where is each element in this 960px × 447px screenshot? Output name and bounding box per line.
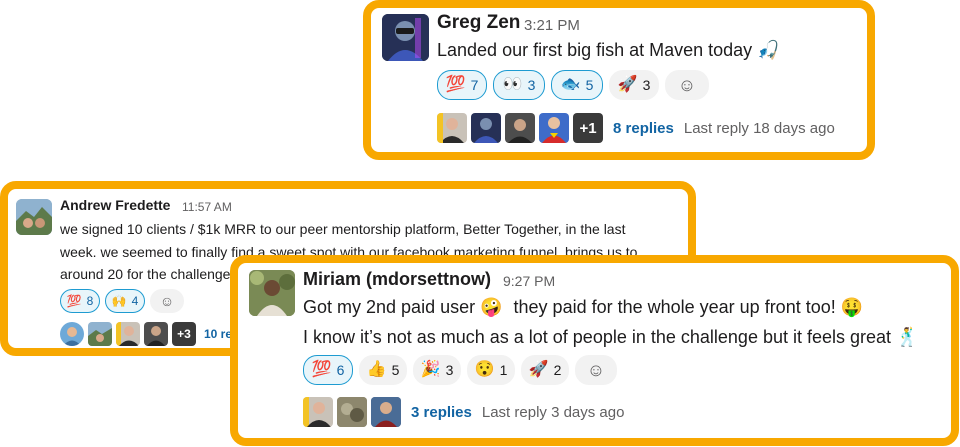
reaction-bar: 💯 8 🙌 4 ☺ <box>60 289 184 313</box>
participant-avatar <box>505 113 535 143</box>
more-participants-count: +1 <box>579 119 597 137</box>
participant-avatar-more: +3 <box>172 322 196 346</box>
raised-hands-icon: 🙌 <box>111 294 127 308</box>
reaction-count: 3 <box>527 77 536 93</box>
message-part-a: Got my 2nd paid user 🤪 <box>303 297 503 317</box>
participant-avatar <box>88 322 112 346</box>
avatar[interactable] <box>249 270 295 316</box>
sender-name[interactable]: Miriam (mdorsettnow) <box>303 269 491 290</box>
reaction-bar: 💯 7 👀 3 🐟 5 🚀 3 ☺ <box>437 70 709 100</box>
avatar-image <box>16 199 52 235</box>
timestamp[interactable]: 11:57 AM <box>182 200 232 214</box>
reaction-count: 1 <box>499 362 508 378</box>
reaction-count: 3 <box>445 362 454 378</box>
reaction-count: 4 <box>131 294 139 308</box>
fish-icon: 🐟 <box>560 76 581 93</box>
reaction-rocket[interactable]: 🚀 2 <box>521 355 569 385</box>
thread-summary[interactable]: +3 10 re <box>60 322 232 346</box>
reaction-hundred[interactable]: 💯 8 <box>60 289 100 313</box>
reaction-eyes[interactable]: 👀 3 <box>493 70 545 100</box>
sender-name[interactable]: Andrew Fredette <box>60 197 170 213</box>
message-text-line-1: we signed 10 clients / $1k MRR to our pe… <box>60 221 626 237</box>
replies-link[interactable]: 3 replies <box>411 404 472 421</box>
hundred-icon: 💯 <box>66 294 82 308</box>
reaction-hundred[interactable]: 💯 6 <box>303 355 353 385</box>
thread-summary[interactable]: +1 8 replies Last reply 18 days ago <box>437 113 835 143</box>
reaction-count: 8 <box>86 294 94 308</box>
reaction-bar: 💯 6 👍 5 🎉 3 😯 1 🚀 2 ☺ <box>303 355 617 385</box>
participant-avatar <box>437 113 467 143</box>
thumbs-up-icon: 👍 <box>366 361 387 378</box>
hushed-face-icon: 😯 <box>474 361 495 378</box>
avatar[interactable] <box>382 14 429 61</box>
message-card-miriam: Miriam (mdorsettnow) 9:27 PM Got my 2nd … <box>230 255 959 446</box>
more-participants-count: +3 <box>177 327 191 341</box>
reaction-fish[interactable]: 🐟 5 <box>551 70 603 100</box>
reaction-count: 6 <box>336 362 345 378</box>
sender-name[interactable]: Greg Zen <box>437 12 520 34</box>
reaction-count: 3 <box>642 77 651 93</box>
hundred-icon: 💯 <box>311 361 332 378</box>
reaction-raised-hands[interactable]: 🙌 4 <box>105 289 145 313</box>
reaction-hundred[interactable]: 💯 7 <box>437 70 487 100</box>
reaction-party-popper[interactable]: 🎉 3 <box>413 355 461 385</box>
participant-avatar <box>303 397 333 427</box>
participant-avatar <box>539 113 569 143</box>
participant-avatar <box>144 322 168 346</box>
add-reaction-icon: ☺ <box>677 75 697 95</box>
reaction-count: 7 <box>470 77 479 93</box>
participant-avatar <box>60 322 84 346</box>
thread-summary[interactable]: 3 replies Last reply 3 days ago <box>303 397 624 427</box>
reaction-rocket[interactable]: 🚀 3 <box>609 70 659 100</box>
reaction-hushed[interactable]: 😯 1 <box>467 355 515 385</box>
reaction-thumbs-up[interactable]: 👍 5 <box>359 355 407 385</box>
timestamp[interactable]: 9:27 PM <box>503 273 555 289</box>
add-reaction-icon: ☺ <box>159 293 175 309</box>
replies-link[interactable]: 10 re <box>204 327 232 341</box>
hundred-icon: 💯 <box>445 76 466 93</box>
message-part-b: they paid for the whole year up front to… <box>513 297 864 317</box>
reaction-count: 5 <box>391 362 400 378</box>
add-reaction-button[interactable]: ☺ <box>150 289 184 313</box>
avatar-image <box>249 270 295 316</box>
replies-link[interactable]: 8 replies <box>613 120 674 137</box>
message-text-line-1: Got my 2nd paid user 🤪 they paid for the… <box>303 297 863 318</box>
participant-avatar <box>371 397 401 427</box>
participant-avatar <box>471 113 501 143</box>
rocket-icon: 🚀 <box>528 361 549 378</box>
avatar-image <box>382 14 429 61</box>
add-reaction-button[interactable]: ☺ <box>575 355 617 385</box>
reaction-count: 2 <box>553 362 562 378</box>
party-popper-icon: 🎉 <box>420 361 441 378</box>
message-text: Landed our first big fish at Maven today… <box>437 40 780 60</box>
message-text-line-2: I know it’s not as much as a lot of peop… <box>303 327 919 347</box>
participant-avatar-more: +1 <box>573 113 603 143</box>
eyes-icon: 👀 <box>502 76 523 93</box>
avatar[interactable] <box>16 199 52 235</box>
add-reaction-button[interactable]: ☺ <box>665 70 709 100</box>
timestamp[interactable]: 3:21 PM <box>524 17 580 34</box>
reaction-count: 5 <box>585 77 594 93</box>
rocket-icon: 🚀 <box>617 76 638 93</box>
participant-avatar <box>116 322 140 346</box>
message-text-line-3: around 20 for the challenge <box>60 266 231 282</box>
message-card-greg: Greg Zen 3:21 PM Landed our first big fi… <box>363 0 875 160</box>
participant-avatar <box>337 397 367 427</box>
last-reply-time: Last reply 3 days ago <box>481 403 625 421</box>
add-reaction-icon: ☺ <box>586 360 606 380</box>
last-reply-time: Last reply 18 days ago <box>683 119 835 137</box>
